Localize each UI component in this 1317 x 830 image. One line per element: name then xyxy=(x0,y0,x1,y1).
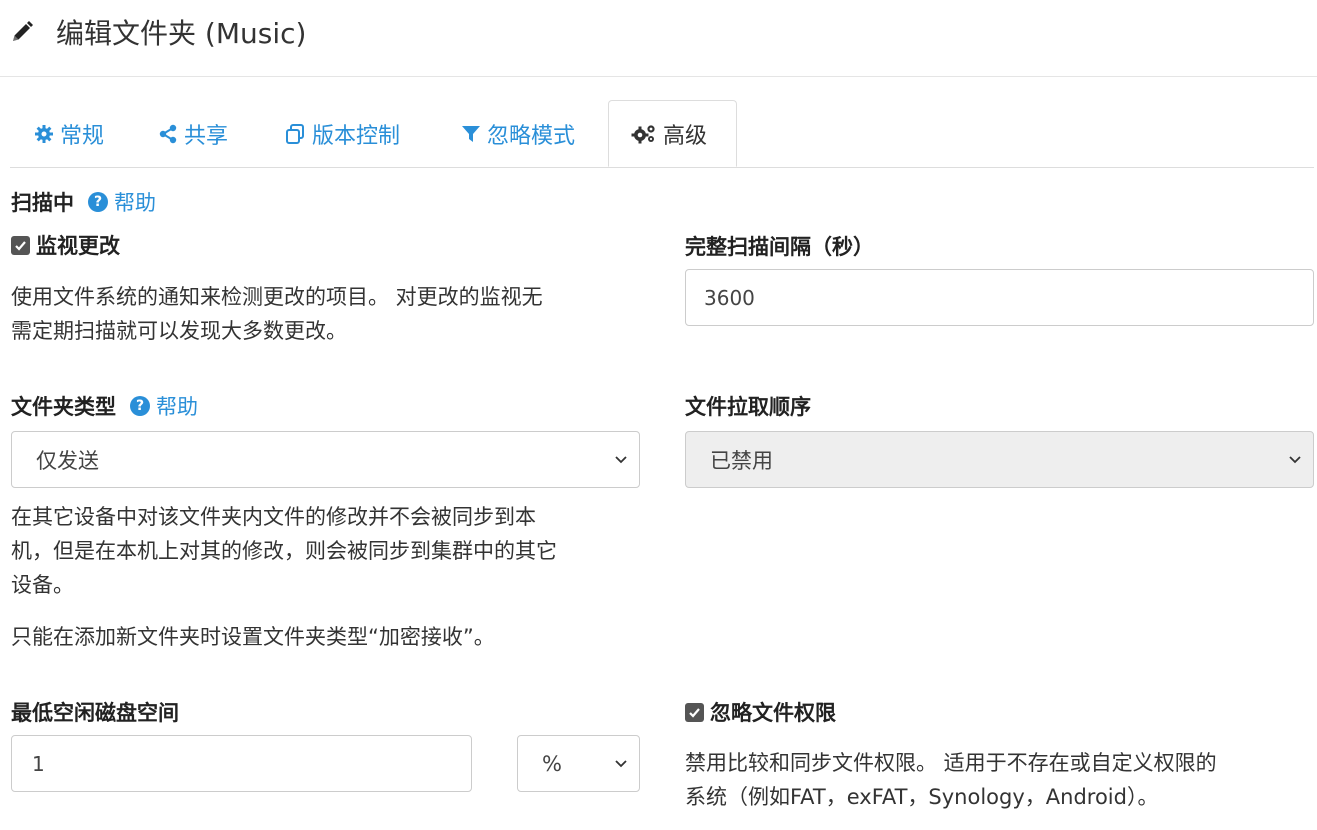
folder-type-description: 在其它设备中对该文件夹内文件的修改并不会被同步到本 机，但是在本机上对其的修改，… xyxy=(11,500,651,602)
min-disk-label-text: 最低空闲磁盘空间 xyxy=(11,701,179,725)
description-line: 需定期扫描就可以发现大多数更改。 xyxy=(11,319,347,343)
folder-type-help-link[interactable]: ? 帮助 xyxy=(130,391,198,421)
min-disk-unit-selected: % xyxy=(542,751,562,776)
ignore-permissions-checkbox[interactable] xyxy=(685,702,704,722)
pull-order-select[interactable]: 已禁用 xyxy=(685,431,1314,488)
description-line: 机，但是在本机上对其的修改，则会被同步到集群中的其它 xyxy=(11,539,557,563)
page-header: 编辑文件夹 (Music) xyxy=(10,10,306,54)
tab-label: 共享 xyxy=(184,123,229,149)
description-line: 设备。 xyxy=(11,573,74,597)
watch-changes-description: 使用文件系统的通知来检测更改的项目。 对更改的监视无 需定期扫描就可以发现大多数… xyxy=(11,280,651,348)
tab-label: 高级 xyxy=(663,123,708,149)
tab-advanced[interactable]: 高级 xyxy=(608,100,737,167)
folder-type-selected: 仅发送 xyxy=(36,448,99,473)
watch-changes-checkbox[interactable] xyxy=(11,235,30,255)
folder-type-select[interactable]: 仅发送 xyxy=(11,431,640,488)
description-line: 系统（例如FAT，exFAT，Synology，Android）。 xyxy=(685,785,1159,809)
folder-type-label-row: 文件夹类型 ? 帮助 xyxy=(11,390,198,422)
filter-icon xyxy=(462,125,480,142)
description-line: 使用文件系统的通知来检测更改的项目。 对更改的监视无 xyxy=(11,285,543,309)
scanning-section-title: 扫描中 ? 帮助 xyxy=(11,186,156,218)
ignore-permissions-description: 禁用比较和同步文件权限。 适用于不存在或自定义权限的 系统（例如FAT，exFA… xyxy=(685,746,1315,814)
note-line: 只能在添加新文件夹时设置文件夹类型“加密接收”。 xyxy=(11,625,495,649)
tab-ignore-patterns[interactable]: 忽略模式 xyxy=(461,100,575,167)
check-icon xyxy=(15,240,26,251)
tab-sharing[interactable]: 共享 xyxy=(158,100,228,167)
page-title: 编辑文件夹 (Music) xyxy=(56,17,307,50)
pull-order-label: 文件拉取顺序 xyxy=(685,390,811,422)
tab-bar: 常规 共享 版本控制 忽略模式 高级 xyxy=(10,100,1314,168)
min-disk-space-label: 最低空闲磁盘空间 xyxy=(11,696,179,728)
chevron-down-icon xyxy=(615,759,627,767)
folder-type-note: 只能在添加新文件夹时设置文件夹类型“加密接收”。 xyxy=(11,620,651,654)
ignore-permissions-checkbox-row[interactable]: 忽略文件权限 xyxy=(685,696,836,728)
watch-changes-label: 监视更改 xyxy=(36,234,120,258)
ignore-permissions-label: 忽略文件权限 xyxy=(710,701,836,725)
full-scan-value: 3600 xyxy=(704,285,755,310)
header-divider xyxy=(0,76,1317,77)
watch-changes-checkbox-row[interactable]: 监视更改 xyxy=(11,229,120,261)
tab-general[interactable]: 常规 xyxy=(34,100,104,167)
question-circle-icon: ? xyxy=(130,396,150,416)
scanning-title: 扫描中 xyxy=(11,191,74,215)
gears-icon xyxy=(631,124,655,143)
pull-order-label-text: 文件拉取顺序 xyxy=(685,395,811,419)
min-disk-unit-select[interactable]: % xyxy=(517,735,640,792)
chevron-down-icon xyxy=(615,455,627,463)
help-label: 帮助 xyxy=(114,191,156,215)
full-scan-label-text: 完整扫描间隔（秒） xyxy=(685,235,874,259)
min-disk-value: 1 xyxy=(32,751,45,776)
description-line: 禁用比较和同步文件权限。 适用于不存在或自定义权限的 xyxy=(685,751,1217,775)
tab-label: 常规 xyxy=(60,123,105,149)
description-line: 在其它设备中对该文件夹内文件的修改并不会被同步到本 xyxy=(11,505,536,529)
gear-icon xyxy=(35,124,53,143)
share-icon xyxy=(159,124,177,143)
tab-versioning[interactable]: 版本控制 xyxy=(284,100,400,167)
copy-icon xyxy=(286,123,304,144)
scanning-help-link[interactable]: ? 帮助 xyxy=(88,187,156,217)
tab-label: 忽略模式 xyxy=(487,123,576,149)
full-scan-interval-label: 完整扫描间隔（秒） xyxy=(685,230,874,262)
full-scan-interval-input[interactable]: 3600 xyxy=(685,269,1314,326)
tab-label: 版本控制 xyxy=(312,123,401,149)
help-label: 帮助 xyxy=(156,395,198,419)
check-icon xyxy=(689,707,700,718)
folder-type-label: 文件夹类型 xyxy=(11,395,116,419)
question-circle-icon: ? xyxy=(88,192,108,212)
min-disk-space-input[interactable]: 1 xyxy=(11,735,472,792)
chevron-down-icon xyxy=(1289,455,1301,463)
pencil-icon xyxy=(13,21,33,41)
pull-order-selected: 已禁用 xyxy=(710,448,773,473)
